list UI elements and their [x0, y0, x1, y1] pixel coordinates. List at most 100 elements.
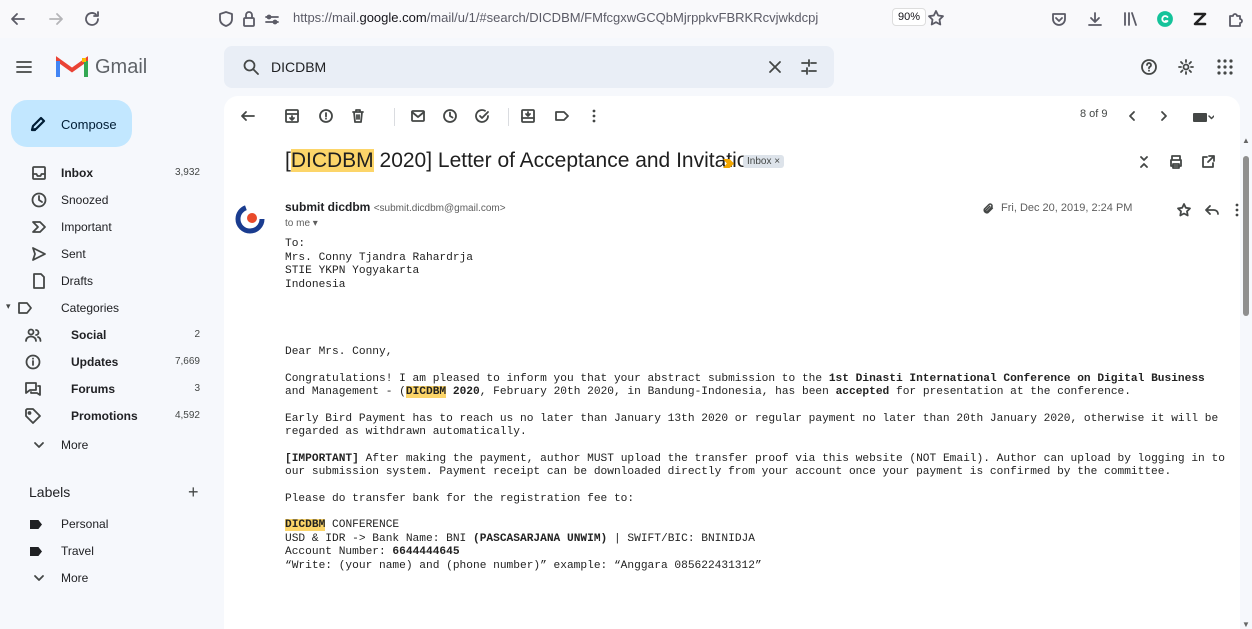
- send-icon: [30, 245, 48, 263]
- sender-email: <submit.dicdbm@gmail.com>: [373, 203, 506, 214]
- search-bar[interactable]: DICDBM: [224, 46, 834, 88]
- archive-icon[interactable]: [284, 108, 300, 124]
- zoom-level[interactable]: 90%: [892, 8, 927, 26]
- collapse-all-icon[interactable]: [1136, 154, 1152, 170]
- chevron-right-icon[interactable]: [1156, 108, 1172, 124]
- lock-icon: [240, 10, 258, 28]
- help-icon[interactable]: [1140, 58, 1158, 76]
- download-icon[interactable]: [1086, 10, 1104, 28]
- sidebar-item-promotions[interactable]: Promotions 4,592: [0, 404, 210, 428]
- body-line: Account Number: 6644444645: [285, 546, 460, 558]
- sidebar-item-label: Forums: [71, 382, 116, 396]
- close-icon[interactable]: [766, 58, 784, 76]
- shield-icon: [217, 10, 235, 28]
- library-icon[interactable]: [1121, 10, 1139, 28]
- gmail-logo[interactable]: [56, 55, 88, 79]
- sidebar-item-updates[interactable]: Updates 7,669: [0, 350, 210, 374]
- attachment-icon: [981, 202, 995, 216]
- gear-icon[interactable]: [1177, 58, 1195, 76]
- pagination-count: 8 of 9: [1080, 108, 1108, 120]
- caret-down-icon[interactable]: ▾: [6, 301, 11, 312]
- move-to-icon[interactable]: [520, 108, 536, 124]
- scrollbar[interactable]: ▲ ▼: [1240, 134, 1252, 629]
- snooze-clock-icon[interactable]: [442, 108, 458, 124]
- forward-arrow-icon[interactable]: [47, 10, 65, 28]
- scroll-thumb[interactable]: [1243, 156, 1249, 316]
- trash-icon[interactable]: [350, 108, 366, 124]
- search-input[interactable]: DICDBM: [271, 59, 326, 75]
- sidebar-item-categories[interactable]: ▾ Categories: [0, 296, 210, 320]
- body-line: Please do transfer bank for the registra…: [285, 492, 635, 505]
- apps-grid-icon[interactable]: [1216, 58, 1234, 76]
- reply-icon[interactable]: [1204, 202, 1220, 218]
- email-date: Fri, Dec 20, 2019, 2:24 PM: [1001, 202, 1133, 214]
- recipients-toggle[interactable]: to me ▾: [285, 218, 318, 229]
- sidebar-item-label: Updates: [71, 355, 119, 369]
- sidebar-item-label: Inbox: [61, 166, 93, 180]
- sidebar-item-inbox[interactable]: Inbox 3,932: [0, 161, 210, 185]
- search-options-icon[interactable]: [800, 58, 818, 76]
- plus-icon[interactable]: +: [188, 482, 199, 503]
- pocket-icon[interactable]: [1050, 10, 1068, 28]
- sidebar-item-label: Social: [71, 328, 107, 342]
- sender-info: submit dicdbm <submit.dicdbm@gmail.com>: [285, 200, 506, 214]
- back-arrow-icon[interactable]: [9, 10, 27, 28]
- body-line: regarded as withdrawn automatically.: [285, 426, 527, 438]
- label-tag-icon: [30, 542, 48, 560]
- label-name: Travel: [61, 544, 94, 558]
- sender-avatar[interactable]: [235, 204, 265, 234]
- report-spam-icon[interactable]: [318, 108, 334, 124]
- more-vert-icon[interactable]: [586, 108, 602, 124]
- open-new-window-icon[interactable]: [1200, 154, 1216, 170]
- body-line: DICDBM CONFERENCE: [285, 519, 400, 531]
- inbox-label-chip[interactable]: Inbox ×: [743, 155, 785, 168]
- pencil-icon: [29, 115, 47, 133]
- sidebar-item-forums[interactable]: Forums 3: [0, 377, 210, 401]
- body-line: Early Bird Payment has to reach us no la…: [285, 412, 1219, 425]
- reload-icon[interactable]: [83, 10, 101, 28]
- sidebar-item-snoozed[interactable]: Snoozed: [0, 188, 210, 212]
- star-icon[interactable]: [1176, 202, 1192, 218]
- menu-icon[interactable]: [15, 58, 33, 76]
- back-arrow-icon[interactable]: [240, 108, 256, 124]
- input-tools-keyboard-icon[interactable]: [1192, 110, 1214, 124]
- sender-name: submit dicdbm: [285, 200, 371, 214]
- print-icon[interactable]: [1168, 154, 1184, 170]
- labels-heading: Labels: [29, 484, 71, 500]
- sidebar-item-drafts[interactable]: Drafts: [0, 269, 210, 293]
- label-item-travel[interactable]: Travel: [0, 539, 210, 563]
- sidebar-item-label: Snoozed: [61, 193, 109, 207]
- unread-count: 3: [194, 383, 200, 394]
- sidebar-item-sent[interactable]: Sent: [0, 242, 210, 266]
- sidebar-item-more[interactable]: More: [0, 433, 210, 457]
- app-name: Gmail: [95, 56, 148, 78]
- grammarly-extension-icon[interactable]: [1156, 10, 1174, 28]
- mail-icon[interactable]: [410, 108, 426, 124]
- chevron-left-icon[interactable]: [1124, 108, 1140, 124]
- address-bar[interactable]: https://mail.google.com/mail/u/1/#search…: [215, 4, 985, 32]
- more-vert-icon[interactable]: [1229, 202, 1240, 218]
- label-icon[interactable]: [554, 108, 570, 124]
- sidebar-item-important[interactable]: Important: [0, 215, 210, 239]
- unread-count: 4,592: [174, 410, 200, 421]
- toolbar-divider: [394, 108, 395, 126]
- unread-count: 3,932: [174, 167, 200, 178]
- scroll-down-icon[interactable]: ▼: [1242, 620, 1250, 629]
- body-line: USD & IDR -> Bank Name: BNI (PASCASARJAN…: [285, 532, 755, 545]
- label-item-personal[interactable]: Personal: [0, 512, 210, 536]
- bookmark-star-icon[interactable]: [927, 9, 945, 27]
- zotero-extension-icon[interactable]: [1191, 10, 1209, 28]
- scroll-up-icon[interactable]: ▲: [1242, 136, 1250, 145]
- forum-icon: [24, 380, 42, 398]
- sidebar-item-social[interactable]: Social 2: [0, 323, 210, 347]
- search-icon[interactable]: [242, 58, 260, 76]
- url-text: https://mail.google.com/mail/u/1/#search…: [293, 10, 819, 25]
- compose-button[interactable]: Compose: [11, 100, 132, 147]
- extensions-icon[interactable]: [1226, 10, 1244, 28]
- add-task-icon[interactable]: [474, 108, 490, 124]
- toolbar-divider: [508, 108, 509, 126]
- labels-more[interactable]: More: [0, 566, 210, 590]
- sidebar-item-label: More: [61, 438, 89, 452]
- clock-icon: [30, 191, 48, 209]
- email-subject: [DICDBM 2020] Letter of Acceptance and I…: [285, 149, 761, 172]
